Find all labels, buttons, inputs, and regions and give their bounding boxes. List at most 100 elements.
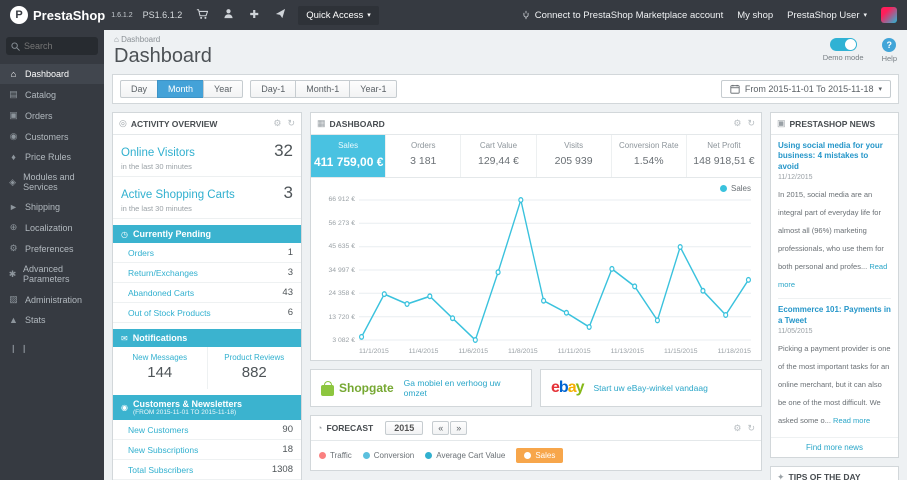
sidebar-item-orders[interactable]: ▣ Orders	[0, 105, 104, 126]
shipping-icon: ►	[9, 202, 18, 212]
forecast-legend-sales[interactable]: Sales	[516, 448, 564, 463]
sidebar-item-localization[interactable]: ⊕ Localization	[0, 217, 104, 238]
settings-icon[interactable]: ⚙	[273, 118, 281, 129]
ebay-logo: ebay	[551, 379, 584, 396]
kpi-sales[interactable]: Sales 411 759,00 €	[311, 135, 387, 177]
news-article-date: 11/05/2015	[778, 327, 813, 335]
help-icon[interactable]: ?	[882, 38, 897, 52]
filter-month-button[interactable]: Month	[157, 80, 205, 98]
kpi-net-profit[interactable]: Net Profit 148 918,51 €	[687, 135, 761, 177]
filter-year-1-button[interactable]: Year-1	[349, 80, 398, 98]
user-menu[interactable]: PrestaShop User ▾	[787, 10, 867, 21]
settings-icon[interactable]: ⚙	[733, 118, 741, 129]
rocket-icon[interactable]	[272, 8, 288, 22]
module-promos: Shopgate Ga mobiel en verhoog uw omzet e…	[310, 369, 762, 407]
cart-icon[interactable]	[194, 8, 210, 23]
price-rules-icon: ♦	[11, 152, 16, 162]
sidebar-item-shipping[interactable]: ► Shipping	[0, 197, 104, 217]
notifications-header: ✉ Notifications	[113, 329, 301, 347]
sidebar-item-dashboard[interactable]: ⌂ Dashboard	[0, 64, 104, 84]
sidebar-item-administration[interactable]: ▨ Administration	[0, 289, 104, 310]
abandoned-carts-row[interactable]: Abandoned Carts 43	[113, 283, 301, 303]
new-subscriptions-row[interactable]: New Subscriptions 18	[113, 440, 301, 460]
currently-pending-header: ◷ Currently Pending	[113, 225, 301, 243]
prestashop-logo[interactable]: P PrestaShop 1.6.1.2	[10, 6, 133, 24]
kpi-cart-value[interactable]: Cart Value 129,44 €	[461, 135, 537, 177]
home-icon: ⌂	[114, 35, 119, 44]
customer-icon[interactable]	[220, 8, 236, 22]
sidebar-item-advanced-parameters[interactable]: ✱ Advanced Parameters	[0, 259, 104, 289]
filter-day-button[interactable]: Day	[120, 80, 159, 98]
sidebar-item-modules[interactable]: ◈ Modules and Services	[0, 167, 104, 197]
total-subscribers-row[interactable]: Total Subscribers 1308	[113, 460, 301, 480]
new-messages-cell[interactable]: New Messages 144	[113, 347, 207, 389]
sidebar-item-catalog[interactable]: ▤ Catalog	[0, 84, 104, 105]
shopgate-bag-icon	[321, 380, 334, 396]
product-reviews-cell[interactable]: Product Reviews 882	[206, 347, 302, 389]
forecast-prev-button[interactable]: «	[432, 421, 450, 435]
shopgate-link[interactable]: Ga mobiel en verhoog uw omzet	[404, 378, 521, 398]
date-range-picker[interactable]: From 2015-11-01 To 2015-11-18 ▾	[720, 80, 891, 98]
sidebar-collapse-button[interactable]: ❙ ❙	[0, 330, 104, 367]
news-article-headline[interactable]: Ecommerce 101: Payments in a Tweet	[778, 305, 891, 326]
find-more-news-link[interactable]: Find more news	[771, 436, 898, 457]
forecast-legend: Traffic Conversion Average Cart Value Sa…	[311, 441, 761, 470]
catalog-icon: ▤	[9, 89, 18, 99]
forecast-next-button[interactable]: »	[450, 421, 468, 435]
news-article-date: 11/12/2015	[778, 174, 813, 182]
marketplace-link[interactable]: Connect to PrestaShop Marketplace accoun…	[521, 10, 723, 21]
filter-day-1-button[interactable]: Day-1	[250, 80, 297, 98]
settings-icon[interactable]: ⚙	[733, 423, 741, 434]
filter-month-1-button[interactable]: Month-1	[295, 80, 351, 98]
help-control: ? Help	[881, 38, 897, 63]
filter-year-button[interactable]: Year	[203, 80, 244, 98]
my-shop-link[interactable]: My shop	[737, 10, 773, 21]
shopgate-module: Shopgate Ga mobiel en verhoog uw omzet	[310, 369, 532, 407]
preferences-icon: ⚙	[9, 243, 18, 253]
forecast-legend-conversion[interactable]: Conversion	[362, 451, 414, 460]
shopgate-logo: Shopgate	[321, 380, 394, 396]
new-customers-row[interactable]: New Customers 90	[113, 420, 301, 440]
sidebar-item-price-rules[interactable]: ♦ Price Rules	[0, 147, 104, 167]
shop-version-label: PS1.6.1.2	[142, 10, 183, 20]
tips-panel-title: TIPS OF THE DAY	[788, 472, 861, 480]
user-avatar[interactable]	[881, 7, 897, 23]
add-icon[interactable]: ✚	[246, 9, 262, 21]
out-of-stock-row[interactable]: Out of Stock Products 6	[113, 303, 301, 323]
kpi-visits[interactable]: Visits 205 939	[537, 135, 612, 177]
sales-chart-area: Sales 66 912 €56 273 €45 635 €34 997 €24…	[311, 178, 761, 360]
kpi-orders[interactable]: Orders 3 181	[386, 135, 462, 177]
active-carts-link[interactable]: Active Shopping Carts	[121, 189, 235, 201]
online-visitors-link[interactable]: Online Visitors	[121, 147, 195, 159]
chart-x-axis: 11/1/2015 11/4/2015 11/6/2015 11/8/2015 11/1…	[359, 348, 751, 355]
news-article-headline[interactable]: Using social media for your business: 4 …	[778, 141, 891, 172]
search-icon	[11, 41, 20, 51]
sidebar-item-preferences[interactable]: ⚙ Preferences	[0, 238, 104, 259]
news-article: Ecommerce 101: Payments in a Tweet 11/05…	[778, 305, 891, 425]
orders-icon: ▣	[9, 110, 18, 120]
search-input[interactable]	[24, 41, 92, 51]
sidebar-item-customers[interactable]: ◉ Customers	[0, 126, 104, 147]
forecast-legend-avg-cart-value[interactable]: Average Cart Value	[425, 451, 505, 460]
forecast-legend-traffic[interactable]: Traffic	[319, 451, 352, 460]
quick-access-menu[interactable]: Quick Access ▾	[298, 5, 379, 25]
online-visitors-metric: Online Visitors 32 in the last 30 minute…	[113, 135, 301, 177]
refresh-icon[interactable]: ↻	[747, 423, 755, 434]
chart-y-axis: 66 912 €56 273 €45 635 €34 997 €24 358 €…	[328, 196, 355, 344]
demo-mode-toggle[interactable]	[829, 38, 857, 51]
kpi-conversion-rate[interactable]: Conversion Rate 1.54%	[612, 135, 687, 177]
sidebar-item-stats[interactable]: ▲ Stats	[0, 310, 104, 330]
pending-orders-row[interactable]: Orders 1	[113, 243, 301, 263]
read-more-link[interactable]: Read more	[833, 416, 870, 425]
refresh-icon[interactable]: ↻	[287, 118, 295, 129]
ebay-link[interactable]: Start uw eBay-winkel vandaag	[594, 383, 708, 393]
breadcrumb: ⌂ Dashboard	[114, 35, 161, 44]
forecast-panel: ◔ FORECAST 2015 « » ⚙ ↻ Traffic Conversi…	[310, 415, 762, 471]
sales-chart[interactable]	[359, 195, 751, 345]
pending-returns-row[interactable]: Return/Exchanges 3	[113, 263, 301, 283]
refresh-icon[interactable]: ↻	[747, 118, 755, 129]
calendar-icon	[730, 84, 740, 94]
sidebar-search[interactable]	[6, 37, 98, 55]
chart-legend-sales[interactable]: Sales	[321, 184, 751, 193]
kpi-strip: Sales 411 759,00 € Orders 3 181 Cart Value…	[311, 135, 761, 178]
